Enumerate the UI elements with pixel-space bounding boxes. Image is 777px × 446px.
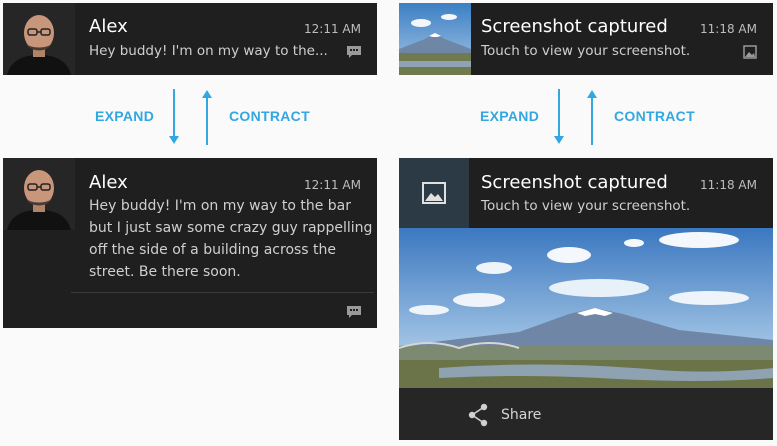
message-body: Hey buddy! I'm on my way to the bar but … (89, 195, 372, 283)
notification-time: 12:11 AM (304, 178, 361, 192)
notification-text: Touch to view your screenshot. (481, 43, 691, 59)
action-bar: Share (399, 388, 773, 440)
message-line: Hey buddy! I'm on my way to the bar (89, 198, 352, 214)
image-icon-tile (399, 158, 469, 228)
alex-avatar (3, 3, 75, 75)
message-icon (347, 306, 361, 318)
share-icon (468, 403, 488, 427)
alex-avatar (3, 158, 75, 230)
message-preview: Hey buddy! I'm on my way to the... (89, 43, 328, 59)
share-button[interactable]: Share (465, 402, 541, 428)
notification-text: Touch to view your screenshot. (481, 198, 691, 214)
share-label: Share (501, 407, 542, 423)
notification-time: 11:18 AM (700, 22, 757, 36)
image-icon (422, 182, 446, 204)
arrow-up-icon (587, 90, 597, 145)
alex-notification-collapsed[interactable]: Alex 12:11 AM Hey buddy! I'm on my way t… (3, 3, 377, 75)
expand-label: EXPAND (480, 108, 540, 124)
screenshot-preview-image[interactable] (399, 228, 773, 388)
message-line: off the side of a building across the (89, 242, 337, 258)
screenshot-thumbnail (399, 3, 471, 75)
sender-name: Alex (89, 16, 128, 37)
message-line: street. Be there soon. (89, 264, 241, 280)
expand-label: EXPAND (95, 108, 155, 124)
arrow-down-icon (554, 89, 564, 144)
screenshot-notification-expanded[interactable]: Screenshot captured 11:18 AM Touch to vi… (399, 158, 773, 440)
message-line: but I just saw some crazy guy rappelling (89, 220, 373, 236)
screenshot-notification-collapsed[interactable]: Screenshot captured 11:18 AM Touch to vi… (399, 3, 773, 75)
arrow-down-icon (169, 89, 179, 144)
notification-title: Screenshot captured (481, 16, 668, 37)
sender-name: Alex (89, 172, 128, 193)
notification-time: 11:18 AM (700, 178, 757, 192)
alex-notification-expanded[interactable]: Alex 12:11 AM Hey buddy! I'm on my way t… (3, 158, 377, 328)
image-icon (743, 45, 757, 59)
message-icon (347, 46, 361, 58)
arrow-up-icon (202, 90, 212, 145)
notification-title: Screenshot captured (481, 172, 668, 193)
contract-label: CONTRACT (229, 108, 310, 124)
divider (71, 292, 374, 293)
notification-time: 12:11 AM (304, 22, 361, 36)
contract-label: CONTRACT (614, 108, 695, 124)
